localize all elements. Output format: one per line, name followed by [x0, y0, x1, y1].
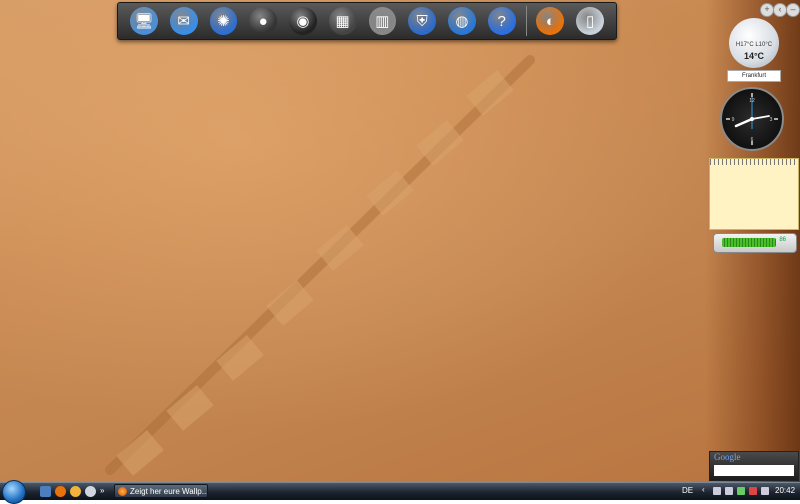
battery-level-text: 86 [779, 237, 786, 243]
tray-volume-icon[interactable] [761, 487, 769, 495]
recycle-bin-icon[interactable]: ▯ [576, 7, 604, 35]
battery-gadget[interactable]: 86 [713, 233, 797, 253]
google-logo: Google [714, 452, 741, 462]
notes-rings [710, 159, 798, 165]
mail-icon[interactable]: ✉ [169, 7, 198, 35]
battery-level-bar [722, 238, 776, 247]
tray-expand-icon[interactable]: ‹ [702, 485, 710, 494]
google-search-gadget: Google [709, 451, 799, 481]
sand-footprints [105, 55, 535, 476]
speaker-icon[interactable]: ◉ [289, 7, 317, 35]
tray-security-icon[interactable] [749, 487, 757, 495]
tray-network-icon[interactable] [725, 487, 733, 495]
start-button[interactable] [2, 480, 26, 504]
google-search-input[interactable] [714, 465, 794, 476]
computer-icon[interactable]: 🖥 [130, 7, 158, 35]
svg-text:6: 6 [751, 137, 754, 143]
weather-gadget[interactable]: H17°C L10°C 14°C Frankfurt [726, 18, 782, 82]
tray-power-icon[interactable] [737, 487, 745, 495]
dock-separator [525, 6, 527, 36]
weather-range: H17°C L10°C [735, 42, 773, 48]
taskbar-window-firefox[interactable]: Zeigt her eure Wallp... [114, 484, 208, 498]
clapperboard-icon[interactable]: ▦ [328, 7, 357, 35]
taskbar-clock[interactable]: 20:42 [775, 486, 795, 495]
clock-face-icon: 12 3 6 9 [726, 93, 778, 145]
desktop: 🖥 ✉ ✺ ● ◉ ▦ ▥ ⛨ ◍? ◐ ▯ + ‹ – H17°C L10°C 14°C Fran… [0, 0, 800, 482]
dock: 🖥 ✉ ✺ ● ◉ ▦ ▥ ⛨ ◍? ◐ ▯ [117, 2, 617, 40]
firefox-icon[interactable]: ◐ [536, 7, 565, 35]
help-icon[interactable]: ? [487, 7, 516, 35]
tray-printer-icon[interactable] [713, 487, 721, 495]
security-shield-icon[interactable]: ⛨ [408, 7, 436, 35]
sidebar-add-icon[interactable]: + [760, 3, 774, 17]
show-desktop-icon[interactable] [40, 486, 51, 497]
language-indicator[interactable]: DE [682, 486, 693, 495]
taskbar-window-label: Zeigt her eure Wallp... [130, 486, 207, 496]
internet-globe-icon[interactable]: ◍ [448, 7, 476, 35]
firefox-task-icon [118, 486, 127, 496]
svg-text:9: 9 [732, 117, 735, 123]
weather-globe-icon: H17°C L10°C 14°C [729, 18, 779, 68]
clock-gadget[interactable]: 12 3 6 9 [720, 87, 784, 151]
weather-temperature: 14°C [743, 51, 765, 61]
trash-can-icon[interactable]: ▥ [368, 7, 397, 35]
weather-city: Frankfurt [727, 70, 781, 82]
sidebar-minimize-icon[interactable]: – [786, 3, 800, 17]
camera-icon[interactable]: ● [249, 7, 277, 35]
firefox-quicklaunch-icon[interactable] [55, 486, 66, 497]
messenger-quicklaunch-icon[interactable] [70, 486, 81, 497]
network-icon[interactable]: ✺ [209, 7, 238, 35]
quicklaunch-more-icon[interactable]: » [100, 486, 111, 497]
notes-gadget[interactable] [709, 158, 799, 230]
sidebar-prev-icon[interactable]: ‹ [773, 3, 787, 17]
taskbar: » Zeigt her eure Wallp... DE ‹ 20:42 [0, 480, 800, 504]
svg-text:3: 3 [770, 117, 773, 123]
browser-quicklaunch-icon[interactable] [85, 486, 96, 497]
